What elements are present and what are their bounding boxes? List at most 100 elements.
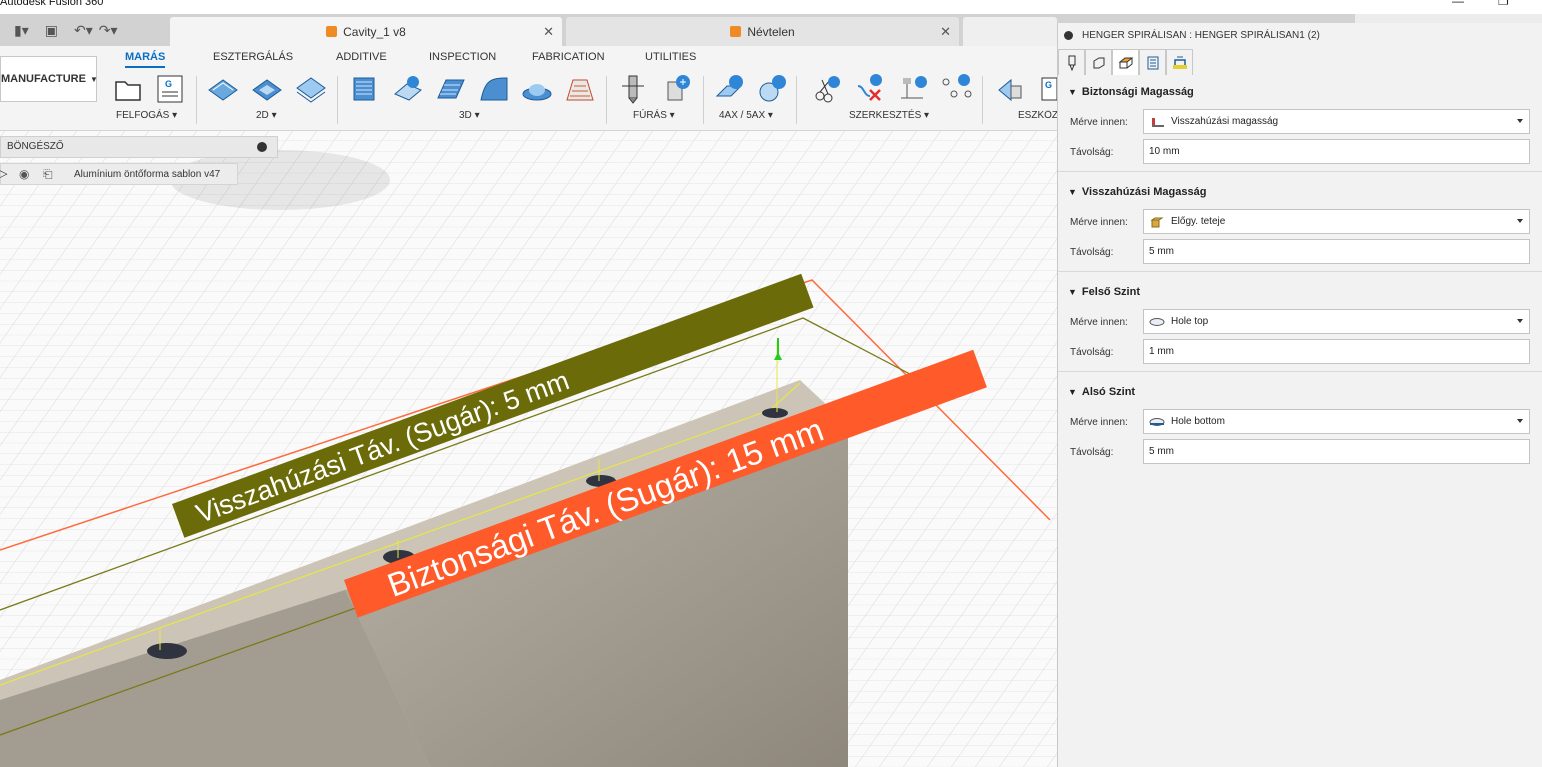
tab-fabrication[interactable]: FABRICATION [532, 51, 605, 63]
operation-panel: HENGER SPIRÁLISAN : HENGER SPIRÁLISAN1 (… [1057, 23, 1542, 767]
eye-icon[interactable]: ◉ [19, 167, 29, 181]
3d-scallop-icon[interactable] [520, 72, 554, 106]
design-cube-icon [730, 26, 742, 37]
tool-library-icon[interactable] [995, 72, 1029, 106]
tab-cavity[interactable]: Cavity_1 v8 ✕ [170, 17, 562, 46]
distance-value: 1 mm [1149, 346, 1174, 357]
section-title[interactable]: ▼ Felső Szint [1068, 286, 1140, 298]
multiaxis-icon[interactable] [756, 72, 790, 106]
linking-tab-icon[interactable] [1166, 49, 1193, 75]
hole-bottom-icon [1149, 417, 1165, 426]
trim-icon[interactable] [810, 72, 844, 106]
2d-adaptive-icon[interactable] [206, 72, 240, 106]
close-icon[interactable]: ✕ [543, 24, 554, 40]
chevron-down-icon [1517, 419, 1523, 423]
distance-label: Távolság: [1070, 147, 1114, 158]
section-title[interactable]: ▼ Alsó Szint [1068, 386, 1135, 398]
from-dropdown[interactable]: Visszahúzási magasság [1143, 109, 1530, 134]
from-dropdown[interactable]: Hole bottom [1143, 409, 1530, 434]
tab-additive[interactable]: ADDITIVE [336, 51, 387, 63]
svg-text:G: G [165, 79, 172, 89]
window-titlebar: Autodesk Fusion 360 — ❐ [0, 0, 1542, 14]
undo-icon[interactable]: ↶▾ [74, 22, 93, 39]
svg-text:G: G [1045, 80, 1052, 90]
group-szerkesztes[interactable]: SZERKESZTÉS ▾ [849, 110, 929, 121]
group-4ax-5ax[interactable]: 4AX / 5AX ▾ [719, 110, 773, 121]
3d-pocket-icon[interactable] [391, 72, 425, 106]
distance-label: Távolság: [1070, 247, 1114, 258]
redo-icon[interactable]: ↷▾ [99, 22, 118, 39]
2d-contour-icon[interactable] [294, 72, 328, 106]
3d-adaptive-icon[interactable] [348, 72, 382, 106]
nc-program-icon[interactable]: G [153, 72, 187, 106]
restore-icon[interactable]: ❐ [1498, 0, 1509, 8]
from-label: Mérve innen: [1070, 117, 1128, 128]
group-furas[interactable]: FÚRÁS ▾ [633, 110, 675, 121]
tab-esztergalas[interactable]: ESZTERGÁLÁS [213, 51, 293, 63]
tool-tab-icon[interactable] [1058, 49, 1085, 75]
top-right-strip [1355, 14, 1542, 23]
tab-current[interactable] [963, 17, 1057, 46]
stock-top-icon [1150, 217, 1164, 227]
tab-maras[interactable]: MARÁS [125, 51, 166, 68]
distance-input[interactable]: 5 mm [1143, 439, 1530, 464]
quick-access-toolbar: ▮▾ ▣ ↶▾ ↷▾ [14, 20, 118, 40]
tab-inspection[interactable]: INSPECTION [429, 51, 496, 63]
tab-label: Névtelen [747, 24, 795, 39]
thread-icon[interactable] [660, 72, 694, 106]
expand-arrow-icon[interactable]: ▷ [0, 167, 7, 180]
drill-icon[interactable] [616, 72, 650, 106]
generate-icon[interactable]: G [1040, 72, 1057, 106]
scene-canvas[interactable]: Visszahúzási Táv. (Sugár): 5 mm Biztonsá… [0, 131, 1057, 767]
group-felfogas[interactable]: FELFOGÁS ▾ [116, 110, 177, 121]
from-value: Visszahúzási magasság [1171, 116, 1279, 127]
section-title[interactable]: ▼ Biztonsági Magasság [1068, 86, 1194, 98]
heights-tab-icon[interactable] [1112, 49, 1139, 75]
order-path-icon[interactable] [940, 72, 974, 106]
distance-input[interactable]: 5 mm [1143, 239, 1530, 264]
distance-input[interactable]: 10 mm [1143, 139, 1530, 164]
setup-icon: ⎗ [43, 167, 53, 181]
from-dropdown[interactable]: Hole top [1143, 309, 1530, 334]
browser-header[interactable]: BÖNGÉSZŐ [0, 136, 278, 158]
3d-horizontal-icon[interactable] [563, 72, 597, 106]
passes-tab-icon[interactable] [1139, 49, 1166, 75]
distance-input[interactable]: 1 mm [1143, 339, 1530, 364]
group-3d[interactable]: 3D ▾ [459, 110, 480, 121]
3d-contour-icon[interactable] [477, 72, 511, 106]
distance-value: 10 mm [1149, 146, 1180, 157]
file-menu-icon[interactable]: ▮▾ [14, 22, 29, 39]
window-title: Autodesk Fusion 360 [0, 0, 104, 8]
browser-root-item[interactable]: ▷ ◉ ⎗ Alumínium öntőforma sablon v47 [0, 163, 238, 185]
3d-parallel-icon[interactable] [434, 72, 468, 106]
swarf-icon[interactable] [713, 72, 747, 106]
3d-viewport[interactable]: Visszahúzási Táv. (Sugár): 5 mm Biztonsá… [0, 131, 1057, 767]
delete-path-icon[interactable] [854, 72, 888, 106]
from-label: Mérve innen: [1070, 317, 1128, 328]
design-cube-icon [326, 26, 338, 37]
distance-value: 5 mm [1149, 246, 1174, 257]
close-icon[interactable]: ✕ [940, 24, 951, 40]
minimize-icon[interactable]: — [1452, 0, 1464, 8]
from-value: Hole bottom [1171, 416, 1225, 427]
group-2d[interactable]: 2D ▾ [256, 110, 277, 121]
geometry-tab-icon[interactable] [1085, 49, 1112, 75]
hole-top-icon [1149, 317, 1165, 326]
group-eszkoz[interactable]: ESZKÖZ [1018, 110, 1057, 121]
2d-pocket-icon[interactable] [250, 72, 284, 106]
panel-title: HENGER SPIRÁLISAN : HENGER SPIRÁLISAN1 (… [1082, 30, 1320, 41]
panel-header[interactable]: HENGER SPIRÁLISAN : HENGER SPIRÁLISAN1 (… [1058, 23, 1542, 47]
open-folder-icon[interactable] [112, 72, 146, 106]
tab-label: Cavity_1 v8 [343, 24, 406, 39]
move-path-icon[interactable] [897, 72, 931, 106]
minimize-icon[interactable] [257, 142, 267, 152]
section-title[interactable]: ▼ Visszahúzási Magasság [1068, 186, 1206, 198]
hole-1 [147, 643, 187, 659]
tab-nevtelen[interactable]: Névtelen ✕ [566, 17, 959, 46]
collapse-icon[interactable] [1064, 31, 1073, 40]
workspace-switcher[interactable]: MANUFACTURE ▼ [0, 56, 98, 102]
tab-utilities[interactable]: UTILITIES [645, 51, 696, 63]
save-icon[interactable]: ▣ [45, 22, 58, 39]
from-dropdown[interactable]: Előgy. teteje [1143, 209, 1530, 234]
hole-4 [762, 408, 788, 418]
